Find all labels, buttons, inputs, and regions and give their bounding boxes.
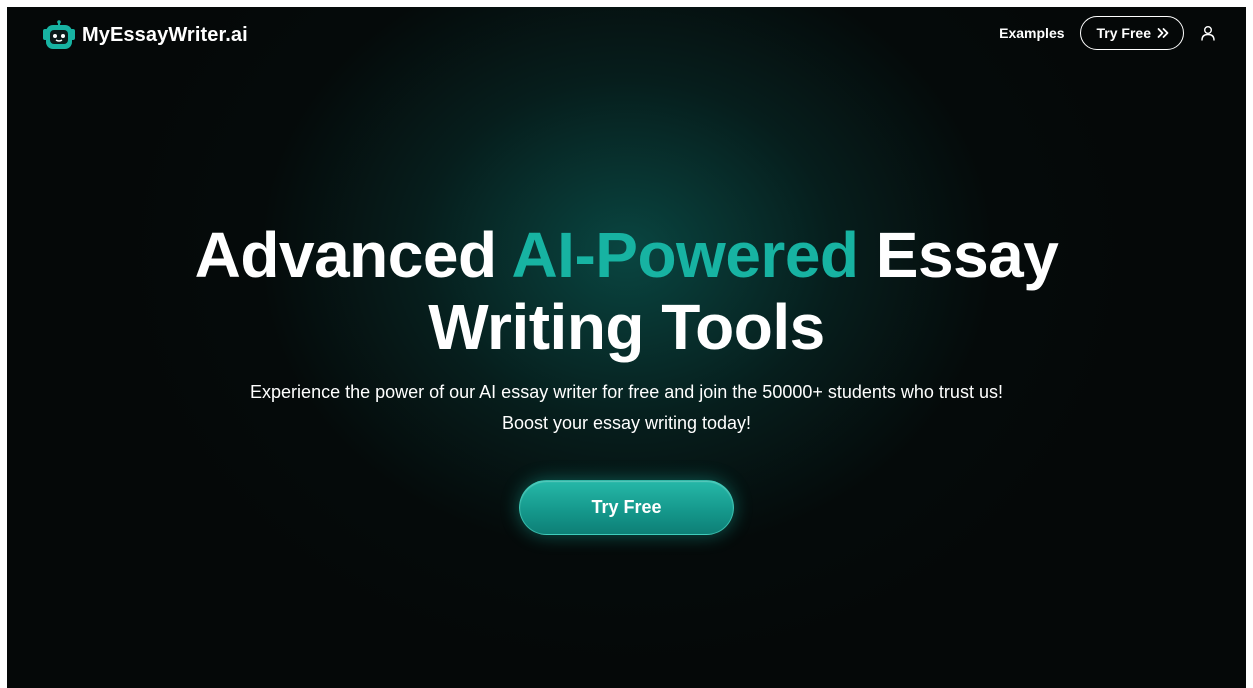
hero-title-part1: Advanced: [194, 219, 512, 291]
hero-title-line2: Writing Tools: [428, 291, 825, 363]
nav-try-free-button[interactable]: Try Free: [1079, 16, 1184, 50]
logo[interactable]: MyEssayWriter.ai: [42, 20, 248, 50]
nav-link-examples[interactable]: Examples: [999, 25, 1064, 41]
logo-text: MyEssayWriter.ai: [82, 23, 248, 46]
hero-title: Advanced AI-Powered Essay Writing Tools: [7, 219, 1246, 363]
hero-title-accent: AI-Powered: [511, 219, 859, 291]
hero-title-part2: Essay: [858, 219, 1059, 291]
hero-subtitle: Experience the power of our AI essay wri…: [7, 377, 1246, 439]
user-icon[interactable]: [1200, 25, 1216, 41]
hero-subtitle-line2: Boost your essay writing today!: [501, 413, 752, 433]
double-chevron-right-icon: [1157, 28, 1169, 38]
hero-try-free-button[interactable]: Try Free: [519, 480, 734, 535]
robot-face-icon: [43, 20, 75, 49]
nav-try-free-label: Try Free: [1096, 25, 1151, 41]
hero-subtitle-line1: Experience the power of our AI essay wri…: [250, 382, 1003, 402]
page: MyEssayWriter.ai Examples Try Free Advan…: [7, 7, 1246, 688]
top-nav: Examples Try Free: [999, 16, 1216, 50]
